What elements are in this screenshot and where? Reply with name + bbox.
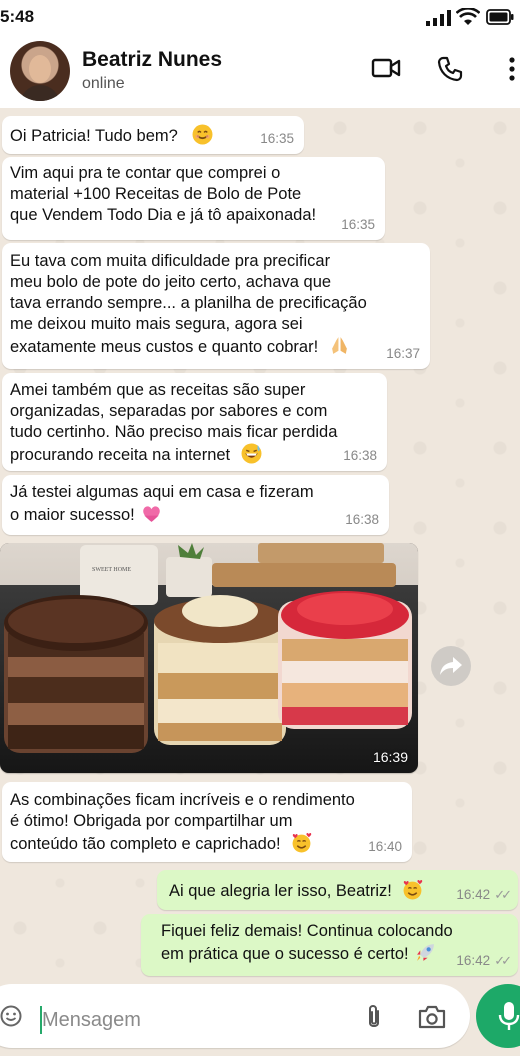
- chat-area[interactable]: Oi Patricia! Tudo bem? 16:35 Vim aqui pr…: [0, 108, 520, 980]
- forward-button[interactable]: [431, 646, 471, 686]
- message-time: 16:35: [260, 131, 294, 146]
- smile-emoji-icon: [192, 124, 213, 145]
- message-bubble-outgoing[interactable]: Ai que alegria ler isso, Beatriz! 16:42 ✓…: [157, 870, 518, 910]
- forward-icon: [440, 657, 462, 675]
- message-bubble-outgoing[interactable]: Fiquei feliz demais! Continua colocando …: [141, 914, 518, 976]
- message-text: Oi Patricia! Tudo bem?: [10, 127, 178, 145]
- smiling-hearts-emoji-icon: [404, 879, 423, 900]
- grinning-sweat-emoji-icon: [241, 443, 262, 464]
- message-time: 16:38: [345, 512, 379, 527]
- message-text: Amei também que as receitas são super or…: [10, 381, 338, 464]
- mic-button[interactable]: [476, 984, 520, 1048]
- sparkling-heart-emoji-icon: [143, 506, 161, 522]
- message-meta: 16:42 ✓✓: [456, 950, 512, 971]
- double-check-icon: ✓✓: [494, 887, 512, 902]
- message-time: 16:42: [456, 887, 491, 902]
- message-bubble[interactable]: Já testei algumas aqui em casa e fizeram…: [2, 475, 389, 535]
- message-time: 16:42: [456, 953, 491, 968]
- message-input[interactable]: Mensagem: [0, 984, 470, 1048]
- message-bubble[interactable]: Eu tava com muita dificuldade pra precif…: [2, 243, 430, 369]
- chat-header: Beatriz Nunes online: [0, 34, 520, 109]
- status-bar: 5:48: [0, 0, 520, 34]
- rocket-emoji-icon: [417, 944, 435, 961]
- message-text: Vim aqui pra te contar que comprei o mat…: [10, 164, 317, 224]
- photo-message[interactable]: SWEET HOME 16:39: [0, 543, 418, 773]
- jar-label: SWEET HOME: [92, 567, 131, 573]
- message-text: Eu tava com muita dificuldade pra precif…: [10, 252, 367, 356]
- video-call-icon[interactable]: [371, 56, 401, 80]
- avatar[interactable]: [10, 41, 70, 101]
- more-options-icon[interactable]: [507, 56, 517, 82]
- message-placeholder: Mensagem: [42, 1009, 141, 1031]
- message-text: Fiquei feliz demais! Continua colocando …: [161, 922, 453, 963]
- message-bubble[interactable]: Vim aqui pra te contar que comprei o mat…: [2, 157, 385, 240]
- status-time: 5:48: [0, 7, 35, 26]
- photo-time: 16:39: [372, 749, 408, 765]
- emoji-icon[interactable]: [0, 1005, 22, 1027]
- signal-icon: [426, 10, 451, 26]
- message-text: Ai que alegria ler isso, Beatriz!: [169, 882, 392, 900]
- contact-status: online: [82, 75, 125, 92]
- battery-icon: [486, 9, 514, 25]
- cake-jars-photo: SWEET HOME: [0, 543, 418, 773]
- camera-icon[interactable]: [417, 1005, 447, 1029]
- microphone-icon: [498, 1002, 520, 1030]
- message-input-bar: Mensagem: [0, 980, 520, 1056]
- attach-icon[interactable]: [364, 1003, 384, 1031]
- message-bubble[interactable]: Amei também que as receitas são super or…: [2, 373, 387, 471]
- message-time: 16:38: [343, 448, 377, 463]
- double-check-icon: ✓✓: [494, 953, 512, 968]
- message-time: 16:35: [341, 217, 375, 232]
- message-bubble[interactable]: As combinações ficam incríveis e o rendi…: [2, 782, 412, 862]
- message-time: 16:40: [368, 839, 402, 854]
- smiling-hearts-emoji-icon: [292, 832, 312, 853]
- contact-name[interactable]: Beatriz Nunes: [82, 48, 222, 72]
- wifi-icon: [456, 8, 480, 25]
- message-time: 16:37: [386, 346, 420, 361]
- message-bubble[interactable]: Oi Patricia! Tudo bem? 16:35: [2, 116, 304, 154]
- praying-hands-emoji-icon: [331, 337, 347, 354]
- message-meta: 16:42 ✓✓: [456, 884, 512, 905]
- voice-call-icon[interactable]: [437, 56, 463, 82]
